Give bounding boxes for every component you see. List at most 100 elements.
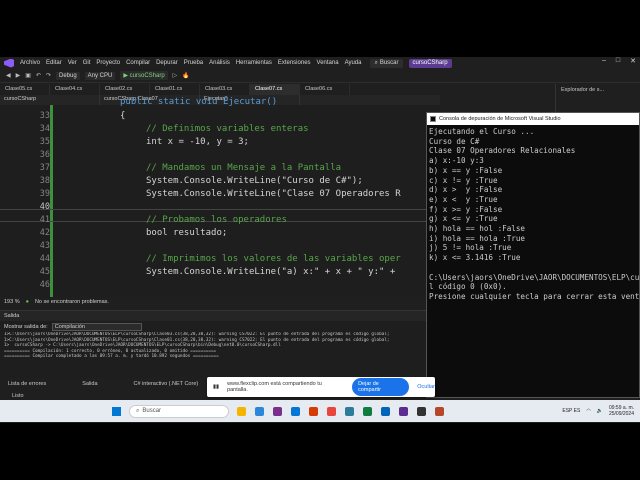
window-controls: – □ ✕ — [602, 57, 636, 65]
search-icon: ⌕ — [136, 407, 140, 414]
edge-icon[interactable] — [255, 406, 264, 416]
menu-item-compilar[interactable]: Compilar — [123, 60, 153, 66]
stop-sharing-button[interactable]: Dejar de compartir — [352, 378, 410, 396]
run-button[interactable]: ▶ cursoCSharp — [120, 71, 168, 80]
line-number: 36 — [39, 150, 50, 160]
run-label: cursoCSharp — [129, 73, 165, 79]
line-number: 44 — [39, 254, 50, 264]
line-number: 34 — [39, 124, 50, 134]
tab-clase06[interactable]: Clase06.cs — [300, 84, 350, 95]
search-label: Buscar — [379, 60, 399, 66]
menu-item-herramientas[interactable]: Herramientas — [233, 60, 275, 66]
output-source-select[interactable]: Compilación — [51, 322, 142, 331]
nav-project[interactable]: cursoCSharp — [0, 95, 100, 105]
tab-clase07[interactable]: Clase07.cs — [250, 84, 300, 95]
line-number: 40 — [39, 202, 50, 212]
excel-icon[interactable] — [363, 406, 372, 416]
tab-clase04[interactable]: Clase04.cs — [50, 84, 100, 95]
tab-clase01[interactable]: Clase01.cs — [150, 84, 200, 95]
document-tabs: Clase05.cs Clase04.cs Clase02.cs Clase01… — [0, 84, 555, 95]
code-line: System.Console.WriteLine("Curso de C#"); — [146, 176, 363, 186]
run-without-debug-icon[interactable]: ▷ — [173, 72, 178, 79]
platform-dropdown[interactable]: Any CPU — [84, 71, 116, 80]
maximize-icon[interactable]: □ — [616, 57, 620, 65]
code-line-partial: public static void Ejecutar() — [120, 97, 278, 107]
app-icon[interactable] — [345, 406, 354, 416]
menu-item-extensiones[interactable]: Extensiones — [275, 60, 314, 66]
hide-button[interactable]: Ocultar — [417, 384, 435, 390]
console-line: f) x >= y :False — [429, 204, 503, 214]
debug-console-window[interactable]: Consola de depuración de Microsoft Visua… — [426, 112, 640, 398]
tab-error-list[interactable]: Lista de errores — [0, 378, 54, 390]
taskbar-search[interactable]: ⌕ Buscar — [129, 404, 229, 418]
menu-item-ver[interactable]: Ver — [65, 60, 80, 66]
share-icon: ▮▮ — [213, 384, 220, 390]
code-line: System.Console.WriteLine("a) x:" + x + "… — [146, 267, 396, 277]
solution-explorer-title[interactable]: Explorador de s... — [561, 87, 604, 93]
minimize-icon[interactable]: – — [602, 57, 606, 65]
menu-bar: Archivo Editar Ver Git Proyecto Compilar… — [0, 57, 640, 69]
undo-icon[interactable]: ↶ — [36, 72, 41, 79]
line-number: 43 — [39, 241, 50, 251]
forward-icon[interactable]: ▶ — [16, 72, 21, 79]
console-line: c) x != y :True — [429, 175, 498, 185]
code-line: bool resultado; — [146, 228, 228, 238]
clock[interactable]: 09:59 a. m. 25/09/2024 — [609, 405, 634, 417]
code-line: // Mandamos un Mensaje a la Pantalla — [146, 163, 342, 173]
menu-item-ventana[interactable]: Ventana — [314, 60, 342, 66]
line-number: 37 — [39, 163, 50, 173]
console-line: C:\Users\jaors\OneDrive\JAOR\DOCUMENTOS\… — [429, 272, 640, 282]
code-line: int x = -10, y = 3; — [146, 137, 249, 147]
file-explorer-icon[interactable] — [237, 406, 246, 416]
menu-item-editar[interactable]: Editar — [43, 60, 65, 66]
console-line: Presione cualquier tecla para cerrar est… — [429, 291, 640, 301]
store-icon[interactable] — [291, 406, 300, 416]
console-icon — [430, 116, 436, 122]
tab-clase02[interactable]: Clase02.cs — [100, 84, 150, 95]
menu-item-git[interactable]: Git — [80, 60, 94, 66]
language-indicator[interactable]: ESP ES — [562, 408, 580, 414]
tab-clase05[interactable]: Clase05.cs — [0, 84, 50, 95]
wifi-icon[interactable]: ◠ — [586, 408, 590, 414]
volume-icon[interactable]: 🔈 — [597, 408, 603, 414]
console-line: g) x <= y :True — [429, 214, 498, 224]
hot-reload-icon[interactable]: 🔥 — [182, 72, 189, 79]
save-icon[interactable]: ▣ — [25, 72, 31, 79]
menu-item-prueba[interactable]: Prueba — [181, 60, 206, 66]
chrome-icon[interactable] — [327, 406, 336, 416]
tab-clase03[interactable]: Clase03.cs — [200, 84, 250, 95]
line-number: 42 — [39, 228, 50, 238]
console-title-bar: Consola de depuración de Microsoft Visua… — [427, 113, 639, 125]
project-name-badge: cursoCSharp — [408, 58, 452, 68]
config-dropdown[interactable]: Debug — [55, 71, 80, 80]
menu-item-ayuda[interactable]: Ayuda — [342, 60, 365, 66]
zoom-level[interactable]: 193 % — [4, 299, 20, 305]
tab-csharp-interactive[interactable]: C# interactivo (.NET Core) — [126, 378, 207, 390]
tab-output[interactable]: Salida — [74, 378, 105, 390]
back-icon[interactable]: ◀ — [6, 72, 11, 79]
terminal-icon[interactable] — [417, 406, 426, 416]
desktop-screen: Archivo Editar Ver Git Proyecto Compilar… — [0, 57, 640, 423]
console-line: k) x <= 3.1416 :True — [429, 253, 521, 263]
line-number: 38 — [39, 176, 50, 186]
console-line: a) x:-10 y:3 — [429, 156, 484, 166]
console-title: Consola de depuración de Microsoft Visua… — [439, 116, 561, 122]
powerpoint-icon[interactable] — [435, 406, 444, 416]
line-number: 45 — [39, 267, 50, 277]
redo-icon[interactable]: ↷ — [46, 72, 51, 79]
menu-item-depurar[interactable]: Depurar — [153, 60, 181, 66]
close-icon[interactable]: ✕ — [630, 57, 636, 65]
menu-item-proyecto[interactable]: Proyecto — [93, 60, 123, 66]
code-editor[interactable]: public static void Ejecutar() 33 { 34 //… — [0, 97, 440, 297]
menu-item-analisis[interactable]: Análisis — [206, 60, 233, 66]
vscode-icon[interactable] — [381, 406, 390, 416]
app-icon[interactable] — [273, 406, 282, 416]
menu-item-archivo[interactable]: Archivo — [17, 60, 43, 66]
code-line: // Probamos los operadores — [146, 215, 287, 225]
line-number: 46 — [39, 280, 50, 290]
search-box[interactable]: ⌕ Buscar — [370, 58, 403, 68]
share-text: www.flexclip.com está compartiendo tu pa… — [227, 381, 322, 393]
windows-start-icon[interactable] — [112, 406, 121, 416]
office-icon[interactable] — [309, 406, 318, 416]
visual-studio-icon[interactable] — [399, 406, 408, 416]
